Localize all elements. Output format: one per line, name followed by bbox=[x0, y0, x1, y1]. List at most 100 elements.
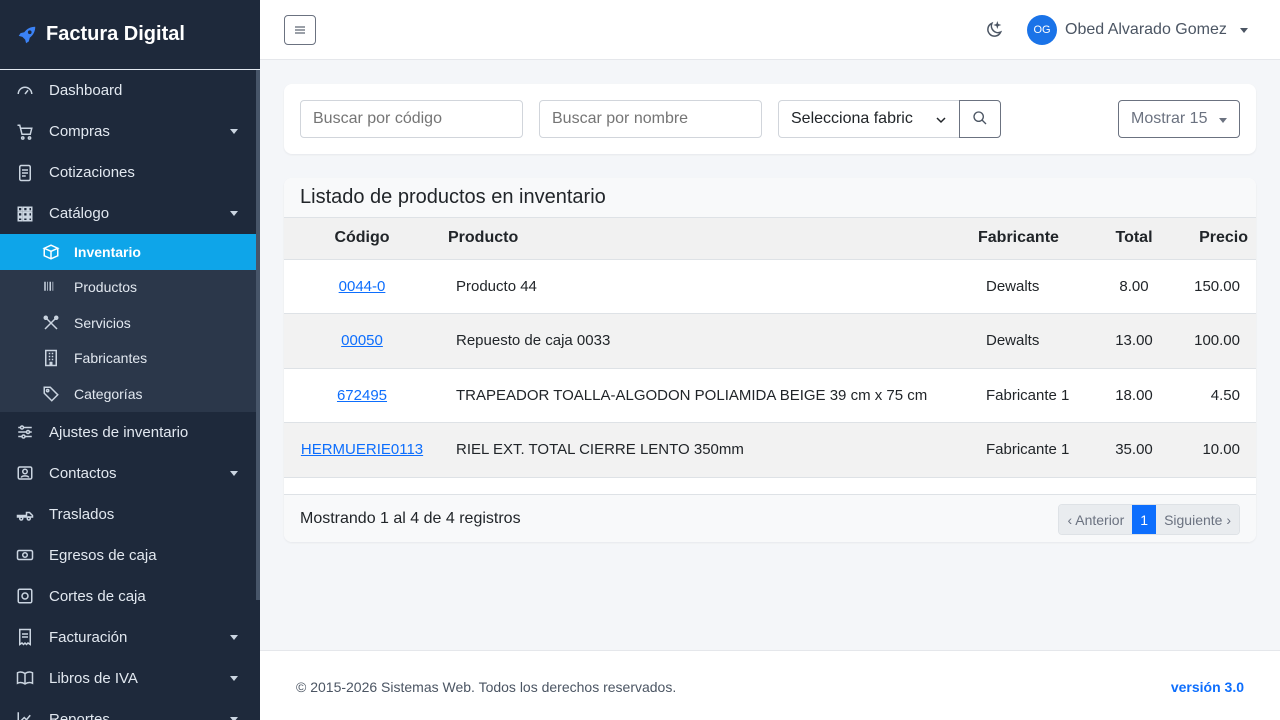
sidebar-item-categorias[interactable]: Categorías bbox=[0, 376, 260, 412]
column-header-code[interactable]: Código bbox=[284, 218, 440, 260]
cell-price: 10.00 bbox=[1174, 422, 1256, 478]
sidebar-item-cotizaciones[interactable]: Cotizaciones bbox=[0, 152, 260, 193]
sidebar-item-cortes[interactable]: Cortes de caja bbox=[0, 576, 260, 617]
table-header-row: Código Producto Fabricante Total Precio bbox=[284, 218, 1256, 260]
cell-manufacturer: Dewalts bbox=[970, 259, 1094, 314]
cell-total: 13.00 bbox=[1094, 313, 1174, 369]
pagination-next-button[interactable]: Siguiente › bbox=[1156, 505, 1239, 534]
column-header-total[interactable]: Total bbox=[1094, 218, 1174, 260]
tools-icon bbox=[42, 314, 60, 332]
sidebar-item-label: Reportes bbox=[49, 710, 110, 720]
column-header-product[interactable]: Producto bbox=[440, 218, 970, 260]
document-icon bbox=[16, 164, 34, 182]
manufacturer-select[interactable]: Selecciona fabric bbox=[778, 100, 960, 138]
sidebar-item-label: Categorías bbox=[74, 385, 143, 402]
sidebar-item-dashboard[interactable]: Dashboard bbox=[0, 70, 260, 111]
cell-code: HERMUERIE0113 bbox=[284, 422, 440, 478]
version-label: versión 3.0 bbox=[1170, 679, 1244, 695]
sidebar-item-label: Dashboard bbox=[49, 82, 123, 99]
column-header-price[interactable]: Precio bbox=[1174, 218, 1256, 260]
sidebar-item-ajustes[interactable]: Ajustes de inventario bbox=[0, 412, 260, 453]
sidebar: Factura Digital Dashboard Compras Cotiza… bbox=[0, 0, 260, 720]
contact-card-icon bbox=[16, 464, 34, 482]
sidebar-item-productos[interactable]: Productos bbox=[0, 270, 260, 306]
cell-total: 8.00 bbox=[1094, 259, 1174, 314]
table-row: 0044-0 Producto 44 Dewalts 8.00 150.00 bbox=[284, 259, 1256, 314]
product-code-link[interactable]: HERMUERIE0113 bbox=[301, 441, 423, 458]
page-footer: © 2015-2026 Sistemas Web. Todos los dere… bbox=[260, 650, 1280, 720]
chevron-down-icon bbox=[230, 470, 238, 476]
cell-code: 0044-0 bbox=[284, 259, 440, 314]
sidebar-item-label: Traslados bbox=[49, 505, 115, 523]
pagination-prev-button[interactable]: ‹ Anterior bbox=[1059, 505, 1133, 534]
cell-product: Repuesto de caja 0033 bbox=[440, 313, 970, 369]
brand[interactable]: Factura Digital bbox=[0, 0, 260, 70]
sidebar-item-catalogo[interactable]: Catálogo bbox=[0, 193, 260, 234]
topbar: OG Obed Alvarado Gomez bbox=[260, 0, 1280, 60]
sidebar-item-label: Contactos bbox=[49, 464, 117, 482]
chart-icon bbox=[16, 710, 34, 720]
cell-price: 150.00 bbox=[1174, 259, 1256, 314]
sliders-icon bbox=[16, 423, 34, 441]
cell-manufacturer: Fabricante 1 bbox=[970, 422, 1094, 478]
sidebar-item-servicios[interactable]: Servicios bbox=[0, 305, 260, 341]
sidebar-item-label: Servicios bbox=[74, 314, 131, 331]
sidebar-item-libros-iva[interactable]: Libros de IVA bbox=[0, 658, 260, 699]
chevron-down-icon bbox=[230, 634, 238, 640]
tags-icon bbox=[42, 385, 60, 403]
filter-card: Selecciona fabric Mostrar 15 bbox=[284, 84, 1256, 154]
cell-manufacturer: Fabricante 1 bbox=[970, 368, 1094, 423]
search-name-input[interactable] bbox=[539, 100, 762, 138]
gauge-icon bbox=[16, 82, 34, 100]
inventory-table-card: Listado de productos en inventario Códig… bbox=[284, 178, 1256, 542]
sidebar-item-compras[interactable]: Compras bbox=[0, 111, 260, 152]
cart-icon bbox=[16, 123, 34, 141]
building-icon bbox=[42, 349, 60, 367]
sidebar-item-label: Inventario bbox=[74, 243, 141, 260]
sidebar-item-facturacion[interactable]: Facturación bbox=[0, 617, 260, 658]
cell-price: 100.00 bbox=[1174, 313, 1256, 369]
sidebar-item-label: Cotizaciones bbox=[49, 164, 135, 181]
table-footer: Mostrando 1 al 4 de 4 registros ‹ Anteri… bbox=[284, 494, 1256, 542]
cash-icon bbox=[16, 546, 34, 564]
product-code-link[interactable]: 00050 bbox=[341, 332, 383, 349]
sidebar-item-label: Compras bbox=[49, 123, 110, 140]
chevron-down-icon bbox=[935, 113, 947, 131]
grid-icon bbox=[16, 205, 34, 223]
copyright-text: © 2015-2026 Sistemas Web. Todos los dere… bbox=[296, 679, 677, 695]
cell-product: RIEL EXT. TOTAL CIERRE LENTO 350mm bbox=[440, 422, 970, 478]
product-code-link[interactable]: 672495 bbox=[337, 387, 387, 404]
hamburger-icon bbox=[294, 23, 306, 38]
sidebar-item-egresos[interactable]: Egresos de caja bbox=[0, 535, 260, 576]
cell-total: 18.00 bbox=[1094, 368, 1174, 423]
search-button[interactable] bbox=[959, 100, 1001, 138]
sidebar-toggle-button[interactable] bbox=[284, 15, 316, 45]
sidebar-item-contactos[interactable]: Contactos bbox=[0, 453, 260, 494]
sidebar-item-fabricantes[interactable]: Fabricantes bbox=[0, 341, 260, 377]
sidebar-item-label: Facturación bbox=[49, 628, 128, 646]
cell-manufacturer: Dewalts bbox=[970, 313, 1094, 369]
moon-icon[interactable] bbox=[984, 20, 1004, 40]
brand-name: Factura Digital bbox=[46, 23, 185, 45]
search-icon bbox=[972, 110, 988, 129]
avatar[interactable]: OG bbox=[1027, 15, 1057, 45]
chevron-down-icon[interactable] bbox=[1240, 28, 1248, 33]
pagination-page-1[interactable]: 1 bbox=[1132, 505, 1157, 534]
search-code-input[interactable] bbox=[300, 100, 523, 138]
table-row: 672495 TRAPEADOR TOALLA-ALGODON POLIAMID… bbox=[284, 368, 1256, 423]
sidebar-item-reportes[interactable]: Reportes bbox=[0, 699, 260, 720]
sidebar-item-inventario[interactable]: Inventario bbox=[0, 234, 256, 270]
pagination: ‹ Anterior 1 Siguiente › bbox=[1058, 504, 1240, 535]
column-header-manufacturer[interactable]: Fabricante bbox=[970, 218, 1094, 260]
cell-total: 35.00 bbox=[1094, 422, 1174, 478]
chevron-down-icon bbox=[230, 716, 238, 720]
cell-price: 4.50 bbox=[1174, 368, 1256, 423]
receipt-icon bbox=[16, 628, 34, 646]
sidebar-scrollbar[interactable] bbox=[256, 70, 260, 600]
user-menu-name[interactable]: Obed Alvarado Gomez bbox=[1065, 21, 1227, 39]
sidebar-item-label: Cortes de caja bbox=[49, 587, 146, 605]
page-size-dropdown[interactable]: Mostrar 15 bbox=[1118, 100, 1240, 138]
sidebar-item-traslados[interactable]: Traslados bbox=[0, 494, 260, 535]
sidebar-nav: Dashboard Compras Cotizaciones Catálogo bbox=[0, 70, 260, 234]
product-code-link[interactable]: 0044-0 bbox=[339, 278, 386, 295]
